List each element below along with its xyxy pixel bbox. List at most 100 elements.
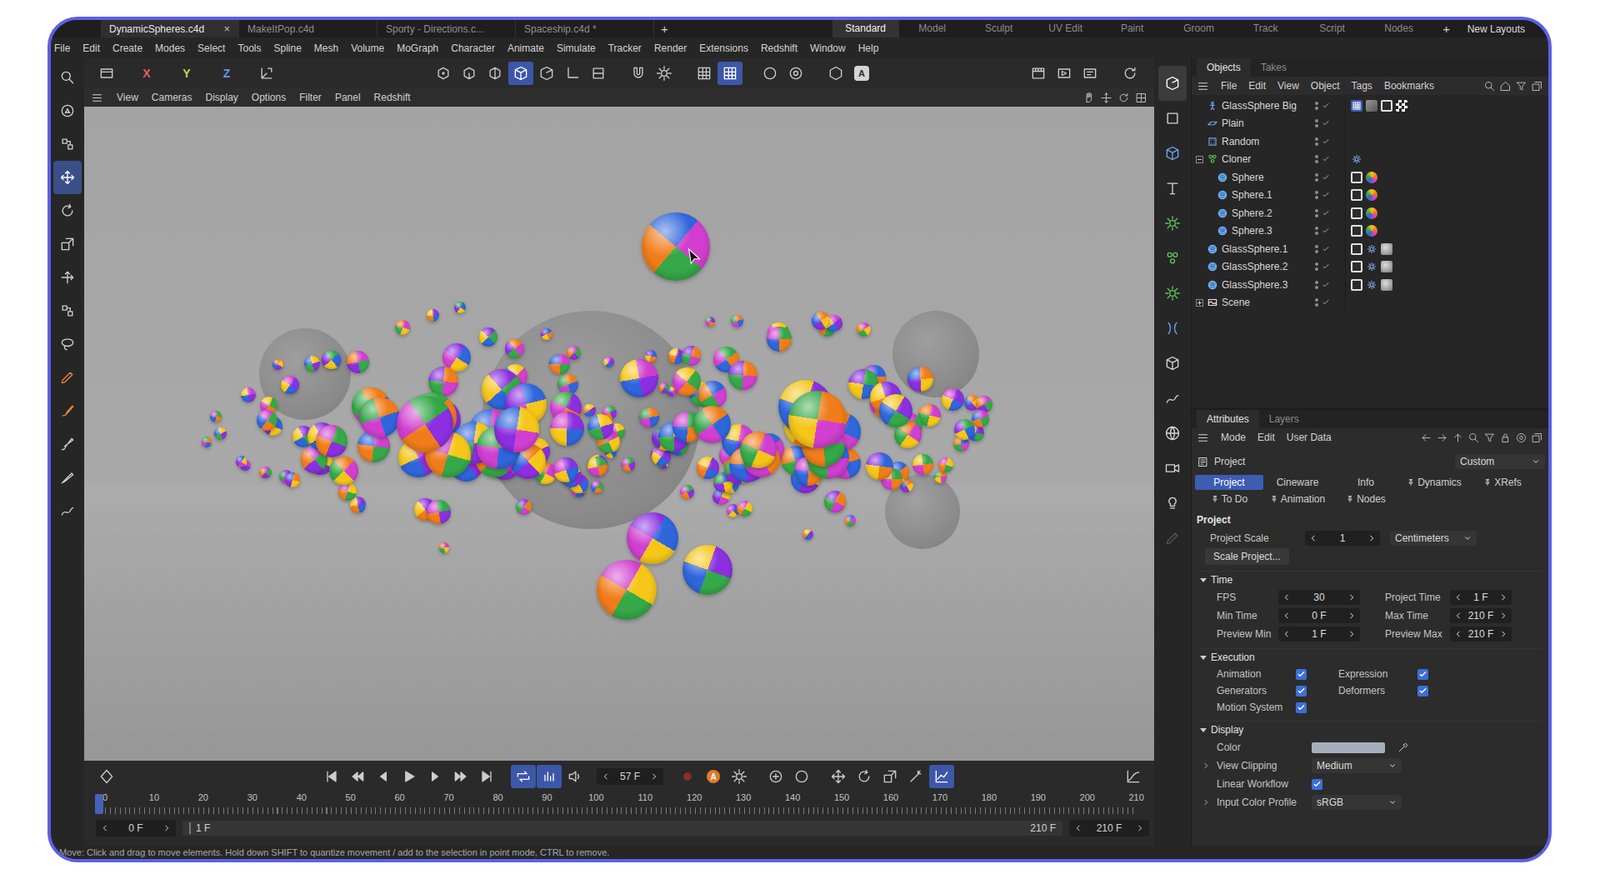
file-tab[interactable]: Sporty - Directions.c... [377,20,516,38]
max-time-field[interactable]: 210 F [1069,820,1150,837]
time-ruler[interactable]: 0102030405060708090100110120130140150160… [84,792,1155,818]
visibility-dots[interactable] [1315,262,1319,271]
object-row[interactable]: GlassSphere.1 [1191,240,1549,259]
badge-button[interactable]: A [849,61,875,85]
create-button[interactable] [1158,485,1187,521]
visibility-dots[interactable] [1315,119,1319,128]
phong-tag-icon[interactable] [1380,100,1393,112]
eyedropper-icon[interactable] [1396,741,1410,755]
chevron-left-icon[interactable] [100,824,110,833]
layout-tab[interactable]: Track [1232,20,1300,38]
attribute-tab[interactable]: Nodes [1331,491,1400,507]
search-icon[interactable] [1467,431,1480,445]
chevron-right-icon[interactable] [1135,824,1145,833]
chevron-right-icon[interactable] [1347,611,1356,620]
tool-button[interactable] [53,194,82,228]
create-button[interactable] [1158,135,1187,171]
attribute-tab[interactable]: To Do [1195,491,1264,507]
viewport-menu-item[interactable]: Panel [335,91,361,104]
left-icon[interactable] [1420,431,1433,445]
attribute-menu-item[interactable]: User Data [1286,431,1332,444]
glass-tag-icon[interactable] [1380,243,1393,255]
file-tab[interactable]: DynamicSpheres.c4d× [100,20,240,38]
tool-button[interactable] [53,60,82,95]
toolbar-button[interactable] [430,61,456,85]
timeline-button[interactable] [422,765,448,789]
viewport-menu-item[interactable]: Cameras [151,91,193,104]
color-swatch[interactable] [1311,742,1385,754]
timeline-button[interactable] [877,765,903,789]
group-header[interactable]: Display [1196,720,1542,739]
layout-tab[interactable]: Script [1299,20,1366,38]
object-menu-item[interactable]: Edit [1248,80,1266,92]
timeline-button[interactable] [370,765,396,789]
enabled-check-icon[interactable] [1321,209,1330,218]
enabled-check-icon[interactable] [1321,226,1330,235]
home-icon[interactable] [1499,80,1512,93]
chevron-right-icon[interactable] [162,824,171,833]
toolbar-button[interactable] [534,61,560,85]
viewport[interactable] [84,106,1155,761]
menu-item[interactable]: Animate [507,42,545,55]
attribute-menu-item[interactable]: Mode [1220,431,1246,444]
visibility-dots[interactable] [1315,155,1319,164]
layout-tab[interactable]: Nodes [1365,20,1433,38]
create-button[interactable] [1158,380,1187,416]
create-button[interactable] [1158,65,1187,101]
attribute-tab[interactable]: Info [1331,475,1400,490]
number-field[interactable]: 210 F [1450,626,1512,642]
visibility-dots[interactable] [1315,137,1319,146]
object-row[interactable]: Scene [1191,294,1549,313]
file-tab[interactable]: Spaceship.c4d * [515,20,655,38]
checkbox[interactable] [1311,779,1323,790]
toolbar-button[interactable] [783,61,809,85]
enabled-check-icon[interactable] [1321,101,1330,110]
rainbow-tag-icon[interactable] [1365,189,1378,201]
attribute-tab[interactable]: Dynamics [1400,475,1469,490]
preview-range-bar[interactable]: 1 F210 F [182,820,1063,836]
layouts-menu[interactable]: New Layouts [1460,23,1532,35]
hamburger-icon[interactable] [1196,80,1210,93]
layout-tab[interactable]: Paint [1099,20,1166,38]
timeline-button[interactable] [94,765,120,789]
newwin-icon[interactable] [1530,431,1544,445]
texture-tag-icon[interactable] [1365,100,1378,112]
autokey-button[interactable]: A [700,765,726,789]
timeline-button[interactable] [474,765,500,789]
number-field[interactable]: 1 F [1450,590,1512,605]
timeline-button[interactable] [396,765,422,789]
chevron-left-icon[interactable] [1309,534,1318,543]
menu-item[interactable]: Edit [82,42,100,55]
disclosure-triangle-icon[interactable] [1200,578,1207,583]
attribute-menu-item[interactable]: Edit [1257,431,1275,444]
preview-end-handle[interactable]: 210 F [1030,822,1056,835]
mode-dropdown[interactable]: Custom [1455,454,1545,470]
chevron-left-icon[interactable] [1074,824,1083,833]
object-menu-item[interactable]: Bookmarks [1384,80,1435,92]
create-button[interactable] [1158,415,1187,451]
tool-button[interactable] [53,427,82,461]
dynamics-tag-icon[interactable] [1365,243,1378,255]
visibility-dots[interactable] [1315,245,1319,254]
timeline-button[interactable] [562,765,588,789]
manager-tab[interactable]: Attributes [1196,410,1260,429]
viewport-menu-item[interactable]: Filter [299,91,322,104]
create-button[interactable] [1158,450,1187,486]
object-menu-item[interactable]: Tags [1351,80,1373,92]
enabled-check-icon[interactable] [1321,155,1330,164]
tool-button[interactable] [53,94,82,128]
expander-icon[interactable] [1195,299,1204,307]
number-field[interactable]: 30 [1278,590,1360,605]
checkbox[interactable] [1417,685,1429,697]
toolbar-button[interactable] [691,61,717,85]
toolbar-button[interactable] [482,61,508,85]
toolbar-button[interactable] [717,61,743,85]
toolbar-button[interactable] [456,61,482,85]
arrows4-icon[interactable] [1100,91,1113,105]
menu-item[interactable]: Spline [273,42,301,55]
rainbow-tag-icon[interactable] [1365,207,1378,220]
number-field[interactable]: 1 F [1278,626,1360,642]
timeline-button[interactable] [763,765,789,789]
tool-button[interactable] [53,327,82,361]
expander-icon[interactable] [1195,155,1204,164]
